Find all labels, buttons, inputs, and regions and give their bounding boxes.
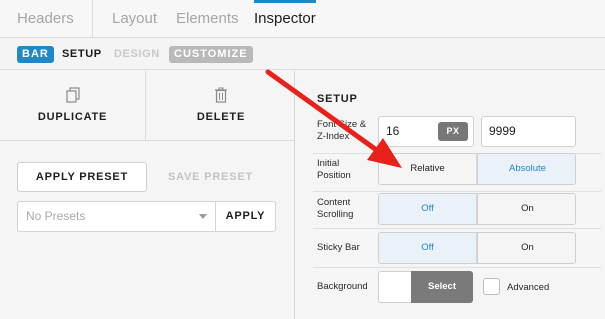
tab-elements[interactable]: Elements — [176, 0, 239, 38]
z-index-input[interactable]: 9999 — [481, 116, 576, 147]
inspector-subnav: BAR SETUP DESIGN CUSTOMIZE — [0, 38, 605, 70]
content-scrolling-label: Content Scrolling — [317, 197, 353, 221]
divider — [313, 267, 601, 268]
chevron-down-icon — [199, 214, 207, 219]
subtab-design[interactable]: DESIGN — [114, 46, 160, 63]
content-scrolling-toggle: Off On — [378, 193, 576, 225]
tab-inspector[interactable]: Inspector — [254, 0, 316, 38]
divider — [313, 228, 601, 229]
background-select-button[interactable]: Select — [411, 271, 473, 303]
delete-button[interactable]: DELETE — [147, 71, 295, 141]
sticky-on-option[interactable]: On — [477, 233, 575, 263]
position-absolute-option[interactable]: Absolute — [477, 154, 575, 184]
tab-headers[interactable]: Headers — [17, 0, 74, 38]
setup-title: SETUP — [317, 93, 358, 105]
presets-select-value: No Presets — [26, 209, 86, 223]
subtab-setup[interactable]: SETUP — [62, 46, 102, 63]
initial-position-toggle: Relative Absolute — [378, 153, 576, 185]
tab-layout[interactable]: Layout — [112, 0, 157, 38]
advanced-label: Advanced — [507, 282, 550, 293]
duplicate-button[interactable]: DUPLICATE — [0, 71, 146, 141]
initial-position-label-line2: Position — [317, 170, 351, 181]
apply-preset-button[interactable]: APPLY PRESET — [17, 162, 147, 192]
sticky-off-option[interactable]: Off — [379, 233, 477, 263]
top-tab-bar: Headers Layout Elements Inspector — [0, 0, 605, 38]
bar-badge: BAR — [17, 46, 54, 63]
sticky-bar-label: Sticky Bar — [317, 242, 360, 253]
setup-panel: SETUP Font Size & Z-Index 16 PX 9999 Ini… — [296, 71, 605, 319]
scrolling-off-option[interactable]: Off — [379, 194, 477, 224]
tab-divider — [92, 0, 93, 38]
font-size-label-line2: Z-Index — [317, 131, 350, 142]
trash-icon — [214, 87, 228, 108]
content-scrolling-label-line2: Scrolling — [317, 209, 354, 220]
advanced-checkbox[interactable] — [483, 278, 500, 295]
initial-position-label-line1: Initial — [317, 158, 340, 169]
font-size-label-line1: Font Size & — [317, 119, 367, 130]
sticky-bar-toggle: Off On — [378, 232, 576, 264]
left-panel: DUPLICATE DELETE APPLY PRESET SAVE PRESE… — [0, 71, 295, 319]
delete-label: DELETE — [196, 111, 246, 123]
position-relative-option[interactable]: Relative — [379, 154, 477, 184]
scrolling-on-option[interactable]: On — [477, 194, 575, 224]
action-row: DUPLICATE DELETE — [0, 71, 295, 141]
initial-position-label: Initial Position — [317, 158, 351, 182]
active-tab-indicator — [254, 0, 316, 3]
apply-button[interactable]: APPLY — [215, 201, 276, 232]
save-preset-button[interactable]: SAVE PRESET — [158, 162, 263, 192]
background-color-swatch[interactable] — [378, 271, 411, 303]
content-scrolling-label-line1: Content — [317, 197, 351, 208]
subtab-customize[interactable]: CUSTOMIZE — [169, 46, 253, 63]
presets-select[interactable]: No Presets — [17, 201, 215, 232]
copy-icon — [65, 87, 80, 108]
duplicate-label: DUPLICATE — [37, 111, 108, 123]
font-unit-button[interactable]: PX — [438, 122, 468, 141]
background-label: Background — [317, 281, 368, 292]
font-size-label: Font Size & Z-Index — [317, 119, 366, 143]
divider — [313, 191, 601, 192]
